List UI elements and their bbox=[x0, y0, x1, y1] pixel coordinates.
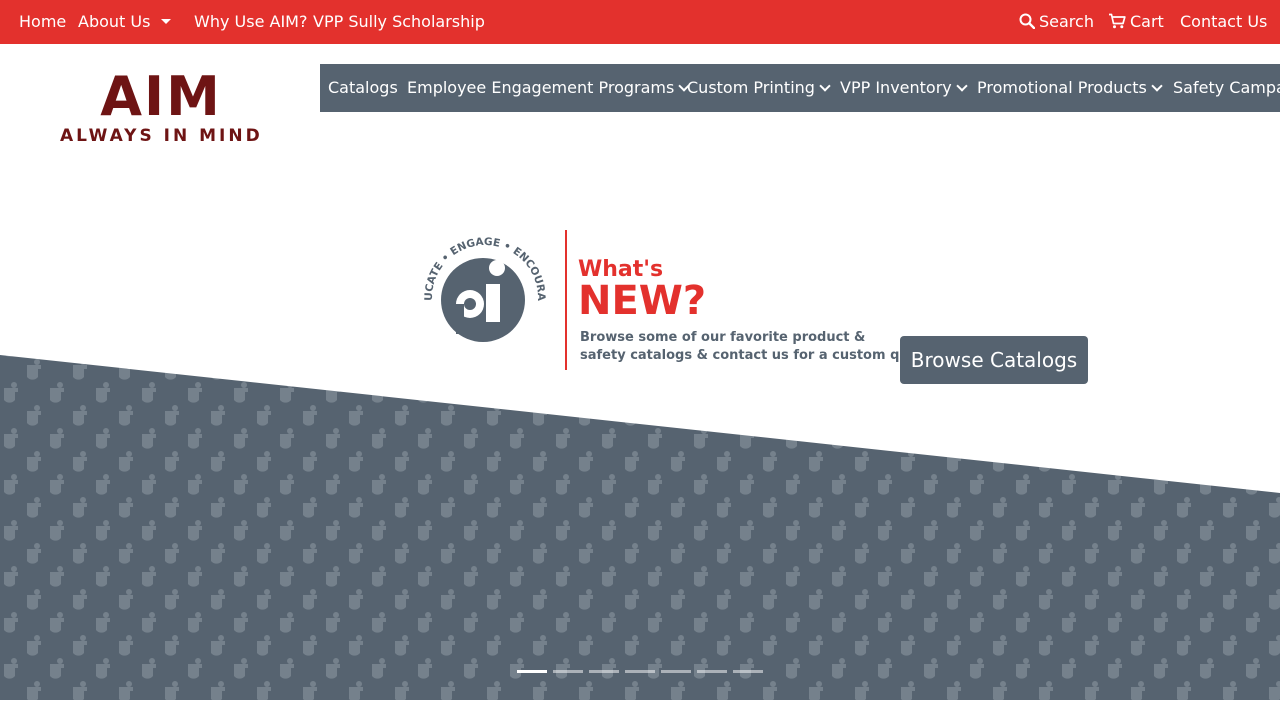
carousel-indicator-5[interactable] bbox=[661, 670, 691, 673]
carousel-indicator-2[interactable] bbox=[553, 670, 583, 673]
top-bar: Home About Us Why Use AIM? VPP Sully Sch… bbox=[0, 0, 1280, 44]
browse-catalogs-button[interactable]: Browse Catalogs bbox=[900, 336, 1088, 384]
search-icon bbox=[1019, 13, 1035, 29]
educate-engage-encourage-emblem: EDUCATE • ENGAGE • ENCOURAGE bbox=[420, 228, 547, 342]
nav-item-label: Safety Campai bbox=[1173, 78, 1280, 97]
nav-item-label: VPP Inventory bbox=[840, 78, 952, 97]
caret-down-icon[interactable] bbox=[161, 19, 171, 24]
banner-body: Browse some of our favorite product & sa… bbox=[580, 329, 910, 365]
top-link-why-use-aim[interactable]: Why Use AIM? bbox=[194, 12, 307, 32]
top-link-vpp-sully-scholarship[interactable]: VPP Sully Scholarship bbox=[313, 12, 485, 32]
logo-tagline: ALWAYS IN MIND bbox=[60, 126, 263, 146]
nav-item-label: Catalogs bbox=[328, 78, 398, 97]
banner-divider bbox=[565, 230, 567, 370]
search-link[interactable]: Search bbox=[1019, 12, 1094, 32]
hero-carousel: EDUCATE • ENGAGE • ENCOURAGE What's NEW?… bbox=[0, 150, 1280, 700]
nav-item-promotional-products[interactable]: Promotional Products bbox=[977, 78, 1163, 98]
chevron-down-icon bbox=[819, 80, 831, 92]
nav-item-catalogs[interactable]: Catalogs bbox=[328, 78, 398, 98]
chevron-down-icon bbox=[956, 80, 968, 92]
logo-wordmark: AIM bbox=[100, 65, 222, 128]
carousel-indicator-3[interactable] bbox=[589, 670, 619, 673]
chevron-down-icon bbox=[1151, 80, 1163, 92]
top-link-contact-us[interactable]: Contact Us bbox=[1180, 12, 1267, 32]
nav-item-custom-printing[interactable]: Custom Printing bbox=[687, 78, 831, 98]
banner-body-line1: Browse some of our favorite product & bbox=[580, 330, 866, 345]
carousel-indicator-1[interactable] bbox=[517, 670, 547, 673]
banner-body-line2: safety catalogs & contact us for a custo… bbox=[580, 348, 910, 363]
nav-item-employee-engagement-programs[interactable]: Employee Engagement Programs bbox=[407, 78, 690, 98]
nav-item-safety-campaigns[interactable]: Safety Campai bbox=[1173, 78, 1280, 98]
carousel-indicator-6[interactable] bbox=[697, 670, 727, 673]
cart-label: Cart bbox=[1130, 12, 1164, 31]
carousel-indicator-7[interactable] bbox=[733, 670, 763, 673]
nav-item-label: Custom Printing bbox=[687, 78, 815, 97]
top-link-home[interactable]: Home bbox=[19, 12, 66, 32]
whats-new-banner: EDUCATE • ENGAGE • ENCOURAGE What's NEW?… bbox=[420, 228, 910, 373]
banner-title-line2: NEW? bbox=[578, 278, 707, 324]
cart-link[interactable]: Cart bbox=[1108, 12, 1164, 32]
top-link-about-us[interactable]: About Us bbox=[78, 12, 150, 32]
nav-item-vpp-inventory[interactable]: VPP Inventory bbox=[840, 78, 968, 98]
main-nav: Catalogs Employee Engagement Programs Cu… bbox=[320, 64, 1280, 112]
nav-item-label: Employee Engagement Programs bbox=[407, 78, 675, 97]
search-label: Search bbox=[1039, 12, 1094, 31]
carousel-indicator-4[interactable] bbox=[625, 670, 655, 673]
nav-item-label: Promotional Products bbox=[977, 78, 1147, 97]
aim-logo[interactable]: AIM ALWAYS IN MIND bbox=[60, 65, 263, 147]
cart-icon bbox=[1109, 13, 1126, 29]
